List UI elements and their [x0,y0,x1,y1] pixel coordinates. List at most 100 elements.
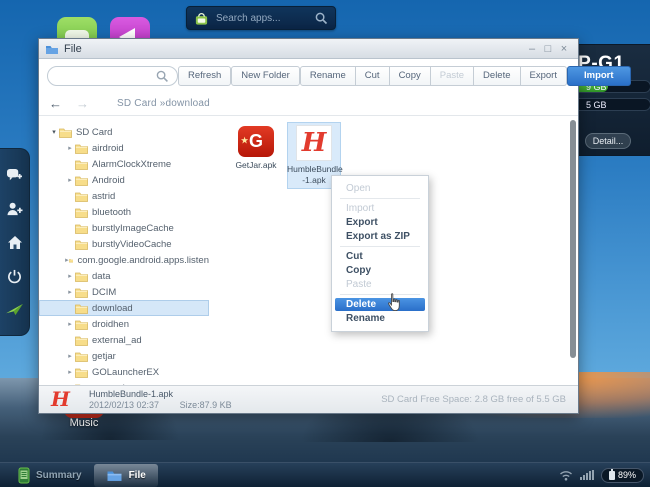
folder-icon [75,223,88,234]
home-icon[interactable] [7,235,23,250]
tree-item-astrid[interactable]: astrid [39,188,209,204]
folder-blue-icon [45,43,59,55]
menu-item-export-as-zip[interactable]: Export as ZIP [332,230,428,243]
signal-bars-icon[interactable] [580,470,594,480]
folder-icon [75,159,88,170]
export-button[interactable]: Export [521,66,567,86]
tree-item-external-ad[interactable]: external_ad [39,332,209,348]
expander-icon[interactable]: ▸ [65,272,75,280]
folder-icon [75,271,88,282]
file-search-box[interactable] [47,66,178,86]
back-arrow-icon[interactable]: ← [49,96,62,111]
tree-item-label: com.google.android.apps.listen [77,255,209,266]
folder-icon [75,367,88,378]
toolbar: Refresh New Folder Rename Cut Copy Paste… [39,60,578,92]
hand-cursor-icon [387,293,402,312]
detail-button[interactable]: Detail... [585,133,631,149]
humblebundle-apk-icon: H [296,125,332,161]
tree-item-label: burstlyImageCache [92,223,174,234]
tree-item-label: DCIM [92,287,116,298]
tree-item-label: airdroid [92,143,124,154]
tree-item-sd-card[interactable]: ▾SD Card [39,124,209,140]
expander-icon[interactable]: ▸ [65,320,75,328]
forward-arrow-icon: → [76,96,89,111]
folder-icon [75,207,88,218]
selected-file-info: HumbleBundle-1.apk 2012/02/13 02:37 Size… [89,389,232,411]
rename-button[interactable]: Rename [300,66,356,86]
app-search-placeholder[interactable]: Search apps... [216,13,315,24]
expander-icon[interactable]: ▸ [65,352,75,360]
paste-button: Paste [431,66,474,86]
power-icon[interactable] [7,269,22,284]
tree-item-label: astrid [92,191,115,202]
edit-button-group: Rename Cut Copy Paste Delete Export [300,66,567,86]
breadcrumb-path[interactable]: SD Card »download [117,98,210,109]
chat-add-icon[interactable] [6,168,23,183]
window-content: ▾SD Card ▸ airdroid AlarmClockXtreme ▸Androi… [39,116,578,385]
search-icon[interactable] [315,12,328,25]
tree-item-download[interactable]: download [39,300,209,316]
tree-item-dcim[interactable]: ▸ DCIM [39,284,209,300]
folder-icon [75,319,88,330]
status-file-size: Size:87.9 KB [180,400,232,410]
taskbar: Summary File 89% [0,462,650,487]
tree-item-android[interactable]: ▸Android [39,172,209,188]
delete-button[interactable]: Delete [474,66,520,86]
getjar-apk-icon: G ★ [238,126,274,157]
menu-item-paste: Paste [332,278,428,291]
folder-icon [69,255,74,266]
menu-item-delete[interactable]: Delete [335,298,425,311]
music-app-label: Music [58,417,110,429]
expander-icon[interactable]: ▾ [49,128,59,136]
tree-item-burstlyimagecache[interactable]: burstlyImageCache [39,220,209,236]
folder-blue-icon [106,468,123,482]
breadcrumb-current[interactable]: download [166,98,210,109]
phone-icon [18,467,30,484]
app-search-bar[interactable]: Search apps... [186,6,336,30]
tree-item-getjar[interactable]: ▸getjar [39,348,209,364]
menu-item-export[interactable]: Export [332,216,428,229]
new-folder-button[interactable]: New Folder [231,66,300,86]
taskbar-tab-file[interactable]: File [94,464,158,487]
tree-item-droidhen[interactable]: ▸droidhen [39,316,209,332]
menu-item-cut[interactable]: Cut [332,250,428,263]
maximize-button[interactable]: □ [540,40,556,58]
tree-item-label: AlarmClockXtreme [92,159,171,170]
close-button[interactable]: × [556,40,572,58]
expander-icon[interactable]: ▸ [65,176,75,184]
window-titlebar[interactable]: File – □ × [39,39,578,59]
tree-item-golauncherex[interactable]: ▸ GOLauncherEX [39,364,209,380]
tree-item-bluetooth[interactable]: bluetooth [39,204,209,220]
menu-divider [340,198,420,199]
add-contact-icon[interactable] [6,201,23,217]
humblebundle-apk-icon: H [51,387,73,413]
taskbar-tab-summary[interactable]: Summary [6,464,94,487]
file-manager-window: File – □ × Refresh New Folder Rename Cut… [38,38,579,414]
expander-icon[interactable]: ▸ [65,288,75,296]
expander-icon[interactable]: ▸ [65,368,75,376]
tree-item-data[interactable]: ▸data [39,268,209,284]
cut-button[interactable]: Cut [356,66,390,86]
breadcrumb: ← → SD Card »download [39,92,578,116]
minimize-button[interactable]: – [524,40,540,58]
status-file-name: HumbleBundle-1.apk [89,389,232,400]
copy-button[interactable]: Copy [390,66,431,86]
file-getjar[interactable]: G ★ GetJar.apk [229,126,283,171]
expander-icon[interactable]: ▸ [65,144,75,152]
menu-item-rename[interactable]: Rename [332,312,428,325]
tree-item-burstlyvideocache[interactable]: burstlyVideoCache [39,236,209,252]
import-button[interactable]: Import [567,66,631,86]
search-icon[interactable] [156,70,169,83]
update-plane-icon[interactable] [5,302,24,316]
tree-item-alarmclockxtreme[interactable]: AlarmClockXtreme [39,156,209,172]
battery-indicator[interactable]: 89% [601,468,644,483]
battery-icon [609,471,615,480]
tree-item-airdroid[interactable]: ▸ airdroid [39,140,209,156]
tree-item-label: GOLauncherEX [92,367,159,378]
tree-item-com-google-android-apps-listen[interactable]: ▸com.google.android.apps.listen [39,252,209,268]
wifi-icon[interactable] [559,470,573,481]
menu-item-copy[interactable]: Copy [332,264,428,277]
breadcrumb-root[interactable]: SD Card [117,98,157,109]
file-search-input[interactable] [56,70,156,83]
refresh-button[interactable]: Refresh [178,66,231,86]
